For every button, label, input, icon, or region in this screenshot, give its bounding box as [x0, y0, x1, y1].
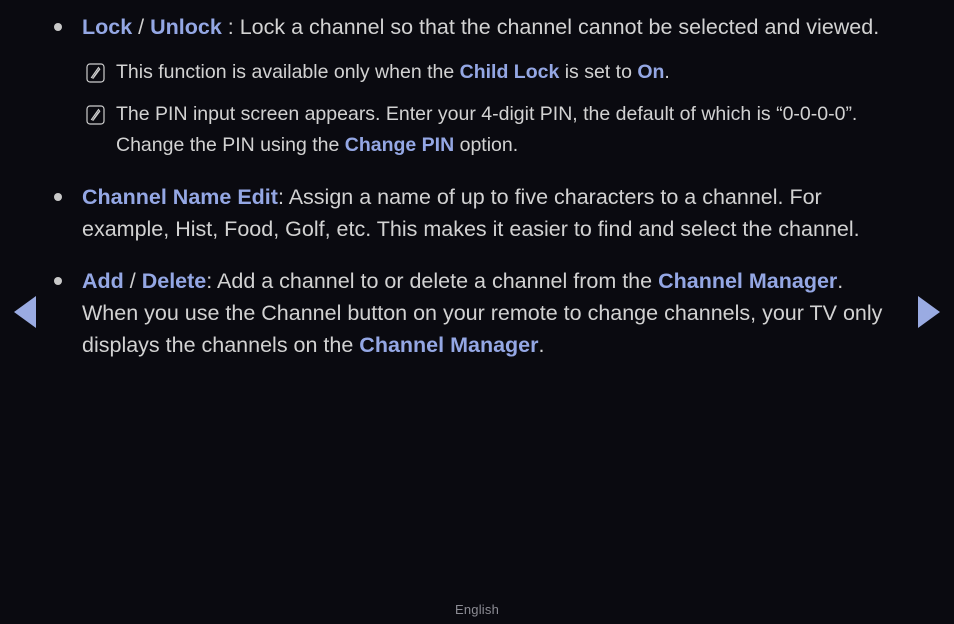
note-text-post: option.	[454, 134, 519, 156]
bullet-dot-icon	[54, 277, 62, 285]
list-item: Channel Name Edit: Assign a name of up t…	[0, 181, 954, 245]
keyword-on: On	[637, 61, 665, 83]
bullet-dot-icon	[54, 193, 62, 201]
note-item: This function is available only when the…	[0, 57, 954, 88]
bullet-dot-icon	[54, 23, 62, 31]
list-item-text-a: : Add a channel to or delete a channel f…	[206, 269, 659, 293]
note-text-post: .	[664, 61, 670, 83]
note-text-pre: This function is available only when the	[116, 61, 460, 83]
note-pencil-icon	[86, 105, 105, 125]
keyword-separator: /	[123, 269, 142, 293]
triangle-right-icon[interactable]	[918, 296, 940, 328]
keyword-lock: Lock	[82, 15, 133, 39]
keyword-channel-name-edit: Channel Name Edit	[82, 185, 278, 209]
list-item: Add / Delete: Add a channel to or delete…	[0, 265, 954, 361]
keyword-channel-manager-2: Channel Manager	[359, 333, 539, 357]
note-item: The PIN input screen appears. Enter your…	[0, 99, 954, 161]
language-label: English	[454, 602, 500, 617]
keyword-change-pin: Change PIN	[344, 134, 455, 156]
keyword-separator: /	[132, 15, 151, 39]
triangle-left-icon[interactable]	[14, 296, 36, 328]
keyword-channel-manager-1: Channel Manager	[658, 269, 838, 293]
note-pencil-icon	[86, 63, 105, 83]
list-item-text-c: .	[538, 333, 545, 357]
keyword-delete: Delete	[141, 269, 207, 293]
keyword-child-lock: Child Lock	[459, 61, 560, 83]
keyword-unlock: Unlock	[150, 15, 222, 39]
content-area: Lock / Unlock : Lock a channel so that t…	[0, 0, 954, 375]
list-item-text: : Lock a channel so that the channel can…	[221, 15, 880, 39]
emanual-page: Lock / Unlock : Lock a channel so that t…	[0, 0, 954, 624]
note-text-mid: is set to	[559, 61, 638, 83]
list-item: Lock / Unlock : Lock a channel so that t…	[0, 11, 954, 43]
keyword-add: Add	[82, 269, 124, 293]
